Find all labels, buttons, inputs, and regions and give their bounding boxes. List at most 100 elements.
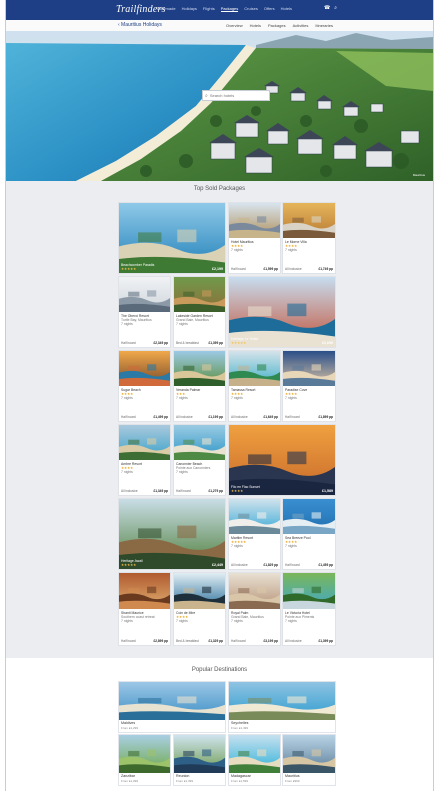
destination-price: From £1,099 — [121, 779, 139, 783]
sub-link-packages[interactable]: Packages — [268, 23, 286, 28]
package-nights: 7 nights — [285, 619, 297, 623]
package-board: All inclusive — [285, 639, 302, 643]
destination-name: Reunion — [176, 774, 190, 778]
destination-card[interactable]: Mauritius From £999 — [282, 734, 336, 786]
package-nights: 7 nights — [231, 248, 243, 252]
package-photo — [174, 351, 225, 386]
popular-destinations-title: Popular Destinations — [191, 667, 248, 673]
package-card[interactable]: Le Victoria Hotel Pointe aux Piments 7 n… — [282, 572, 336, 646]
top-packages-title: Top Sold Packages — [193, 186, 246, 192]
package-photo — [119, 277, 170, 312]
destination-name: Mauritius — [285, 774, 300, 778]
package-photo — [283, 499, 335, 534]
package-price: £1,459 pp — [318, 563, 333, 567]
package-card[interactable]: Canonnier Beach Pointe aux Canonniers 7 … — [173, 424, 226, 496]
menu-item-tailormade[interactable]: Tailormade — [156, 6, 176, 12]
package-photo — [283, 351, 335, 386]
package-card[interactable]: Flic en Flac Sunset ★★★★ £1,589 — [228, 424, 336, 496]
sub-link-activities[interactable]: Activities — [293, 23, 309, 28]
menu-item-packages[interactable]: Packages — [220, 6, 239, 12]
destination-card[interactable]: Seychelles From £1,499 — [228, 681, 336, 733]
back-link[interactable]: ‹ Mauritius Holidays — [118, 22, 162, 28]
destination-price: From £999 — [285, 779, 300, 783]
package-card[interactable]: Le Morne Villa ★★★★ 7 nights All inclusi… — [282, 202, 336, 274]
package-nights: 7 nights — [121, 396, 133, 400]
destination-name: Maldives — [121, 721, 136, 725]
package-board: Half board — [176, 489, 191, 493]
package-board: Half board — [231, 267, 246, 271]
package-card[interactable]: Veranda Palmar ★★★ 7 nights All inclusiv… — [173, 350, 226, 422]
package-price: £2,899 pp — [153, 639, 168, 643]
package-card[interactable]: Sugar Beach ★★★★ 7 nights Half board £1,… — [118, 350, 171, 422]
package-photo — [229, 203, 280, 238]
destination-name: Madagascar — [231, 774, 251, 778]
menu-item-flights[interactable]: Flights — [203, 6, 215, 12]
package-name: Flic en Flac Sunset ★★★★ — [231, 485, 260, 493]
menu-item-holidays[interactable]: Holidays — [182, 6, 197, 12]
package-nights: 7 nights — [231, 619, 243, 623]
package-board: All inclusive — [121, 489, 138, 493]
package-card[interactable]: Coin de Mire ★★★★ 7 nights Bed & breakfa… — [173, 572, 226, 646]
package-photo — [229, 573, 280, 609]
package-photo — [283, 203, 335, 238]
package-photo — [174, 735, 225, 773]
package-card[interactable]: Maritim Resort ★★★★★ 7 nights All inclus… — [228, 498, 281, 570]
package-photo — [119, 735, 170, 773]
package-price: £1,599 pp — [263, 267, 278, 271]
package-nights: 7 nights — [285, 396, 297, 400]
package-card[interactable]: Heritage Awali ★★★★★ £2,449 — [118, 498, 226, 570]
package-card[interactable]: Heritage Le Telfair ★★★★★ £2,699 — [228, 276, 336, 348]
package-card[interactable]: Shanti Maurice Southern coast retreat 7 … — [118, 572, 171, 646]
package-nights: 7 nights — [176, 322, 188, 326]
package-price: £1,749 pp — [318, 267, 333, 271]
browser-frame: Trailfinders Tailormade Holidays Flights… — [5, 0, 434, 791]
package-nights: 7 nights — [231, 544, 243, 548]
hotel-search-box: ⌕ — [202, 90, 270, 101]
package-card[interactable]: Hotel Mauritius ★★★★ 7 nights Half board… — [228, 202, 281, 274]
destination-card[interactable]: Madagascar From £1,599 — [228, 734, 281, 786]
hotel-search-input[interactable] — [209, 93, 264, 98]
package-board: All inclusive — [231, 563, 248, 567]
phone-icon[interactable]: ☎ — [324, 5, 330, 11]
package-nights: 7 nights — [121, 619, 133, 623]
destination-card[interactable]: Zanzibar From £1,099 — [118, 734, 171, 786]
package-photo — [174, 573, 225, 609]
menu-item-cruises[interactable]: Cruises — [244, 6, 258, 12]
package-photo — [229, 682, 335, 720]
sub-link-hotels[interactable]: Hotels — [250, 23, 261, 28]
destination-card[interactable]: Maldives From £1,299 — [118, 681, 226, 733]
package-card[interactable]: Royal Palm Grand Baie, Mauritius 7 night… — [228, 572, 281, 646]
package-photo — [283, 573, 335, 609]
package-price: £2,449 — [212, 563, 223, 567]
package-name: Beachcomber Paradis ★★★★★ — [121, 263, 155, 271]
package-board: Half board — [121, 639, 136, 643]
menu-item-offers[interactable]: Offers — [264, 6, 275, 12]
package-price: £1,279 pp — [208, 489, 223, 493]
sub-link-itineraries[interactable]: Itineraries — [315, 23, 333, 28]
package-photo — [119, 573, 170, 609]
destination-card[interactable]: Reunion From £1,399 — [173, 734, 226, 786]
package-card[interactable]: The Oberoi Resort Turtle Bay, Mauritius … — [118, 276, 171, 348]
search-icon[interactable]: ⌕ — [334, 5, 337, 11]
package-card[interactable]: Ambre Resort ★★★★ 7 nights All inclusive… — [118, 424, 171, 496]
destination-name: Zanzibar — [121, 774, 135, 778]
package-card[interactable]: Beachcomber Paradis ★★★★★ £2,199 — [118, 202, 226, 274]
package-photo — [229, 351, 280, 386]
package-price: £1,829 pp — [263, 563, 278, 567]
package-card[interactable]: Paradise Cove ★★★★ 7 nights Half board £… — [282, 350, 336, 422]
package-card[interactable]: Tamassa Resort ★★★★ 7 nights All inclusi… — [228, 350, 281, 422]
package-nights: 7 nights — [176, 396, 188, 400]
package-photo — [119, 682, 225, 720]
package-board: All inclusive — [285, 267, 302, 271]
package-board: Half board — [285, 563, 300, 567]
destination-price: From £1,499 — [231, 726, 249, 730]
main-menu: Tailormade Holidays Flights Packages Cru… — [156, 6, 292, 12]
popular-destinations-section: Popular Destinations Maldives From £1,29… — [6, 658, 433, 791]
package-name: Heritage Awali ★★★★★ — [121, 559, 143, 567]
sub-link-overview[interactable]: Overview — [226, 23, 243, 28]
package-card[interactable]: Lakeside Garden Resort Grand Baie, Mauri… — [173, 276, 226, 348]
package-price: £1,199 pp — [208, 415, 223, 419]
sub-menu: Overview Hotels Packages Activities Itin… — [226, 23, 333, 28]
menu-item-hotels[interactable]: Hotels — [281, 6, 292, 12]
package-card[interactable]: Sea Breeze Pool ★★★★ 7 nights Half board… — [282, 498, 336, 570]
